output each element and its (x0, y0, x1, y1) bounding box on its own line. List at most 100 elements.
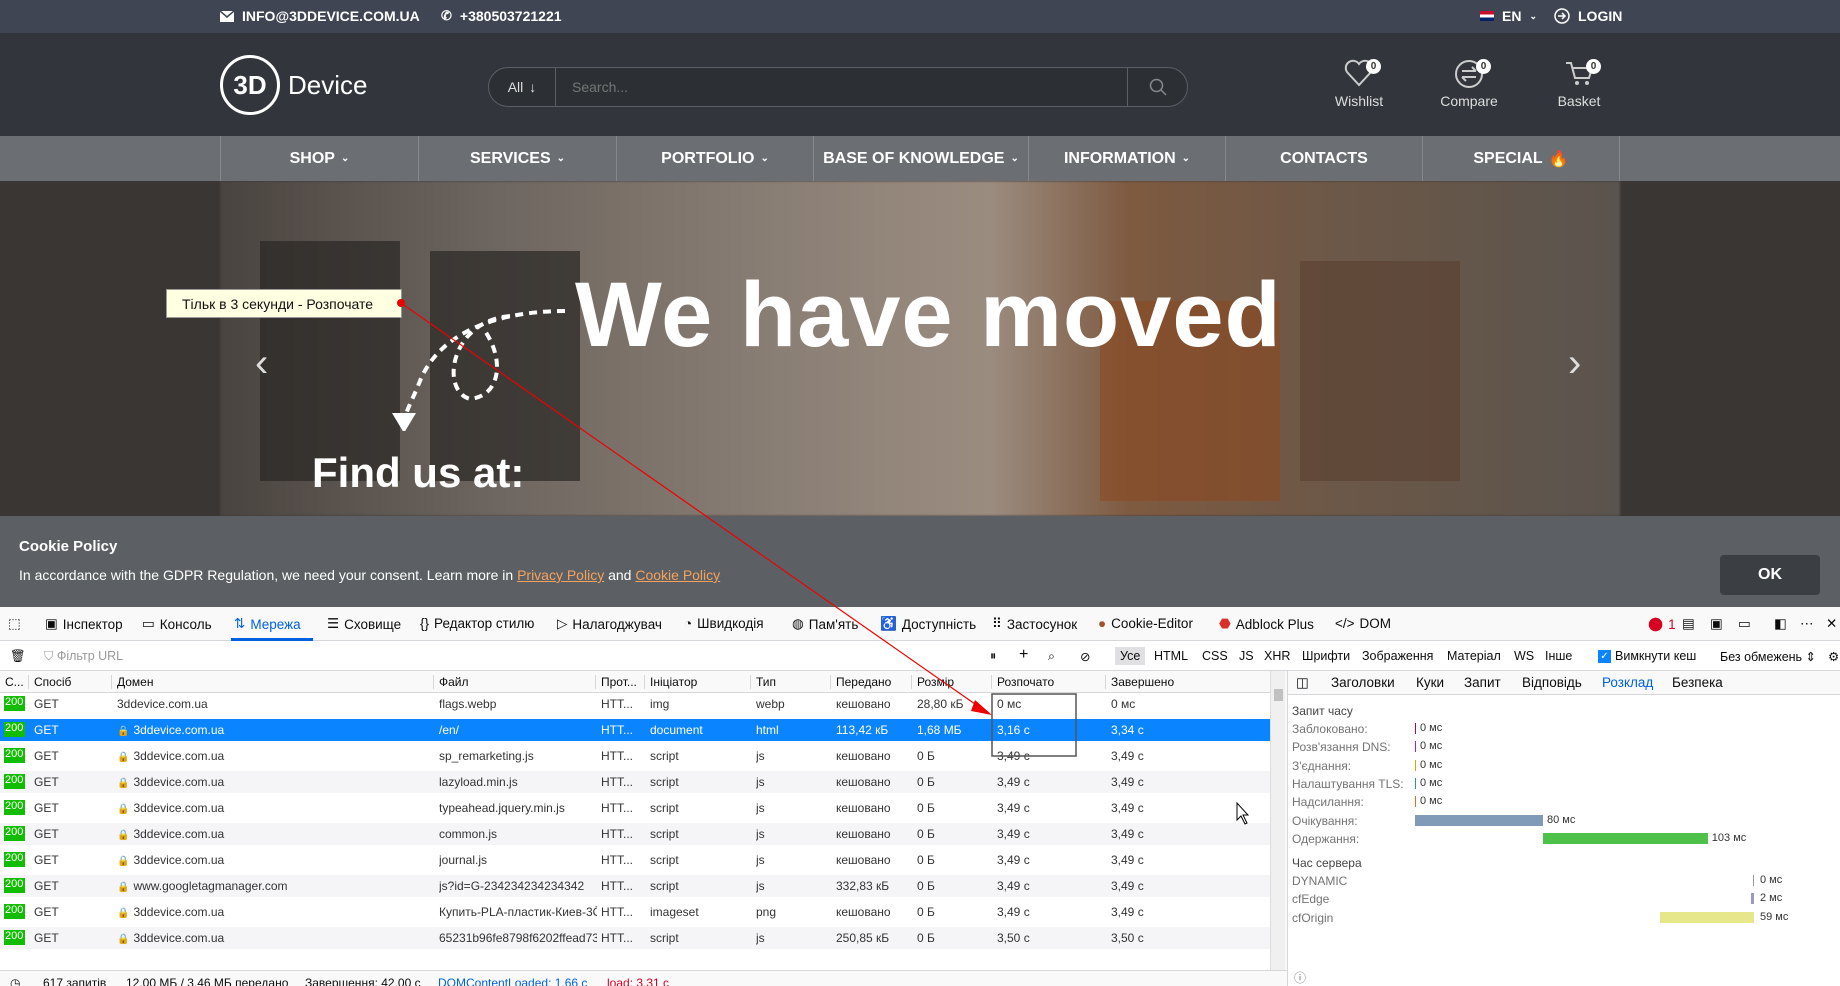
wishlist-button[interactable]: 0 Wishlist (1314, 59, 1404, 109)
nav-shop[interactable]: SHOP ⌄ (221, 136, 419, 181)
col-transferred[interactable]: Передано (830, 675, 891, 689)
updown-icon: ⇕ (1805, 650, 1817, 664)
cell-type: js (756, 931, 765, 945)
col-status[interactable]: С... (0, 675, 24, 689)
nav-special[interactable]: SPECIAL 🔥 (1423, 136, 1620, 181)
slider-prev-icon[interactable]: ‹ (255, 341, 268, 386)
cell-method: GET (34, 827, 59, 841)
col-protocol[interactable]: Прот... (595, 675, 637, 689)
tab-cookies[interactable]: Куки (1416, 675, 1444, 690)
tab-adblock-plus[interactable]: ⬣ Adblock Plus (1219, 616, 1314, 632)
language-selector[interactable]: EN ⌄ (1480, 8, 1537, 24)
tab-request[interactable]: Запит (1464, 675, 1501, 690)
table-row[interactable]: 200 GET 🔒 3ddevice.com.ua Купить-PLA-пластик… (0, 901, 1270, 923)
trash-icon[interactable]: 🗑 (10, 649, 26, 664)
tab-security[interactable]: Безпека (1672, 675, 1723, 690)
dock-icon[interactable]: ◧ (1774, 616, 1787, 632)
disable-cache-toggle[interactable]: ✓ Вимкнути кеш (1598, 649, 1696, 663)
nav-portfolio[interactable]: PORTFOLIO ⌄ (617, 136, 814, 181)
search-button[interactable] (1127, 68, 1187, 106)
cookie-policy-link[interactable]: Cookie Policy (635, 567, 720, 583)
throttling-select[interactable]: Без обмежень ⇕ (1720, 649, 1816, 664)
col-file[interactable]: Файл (433, 675, 469, 689)
email-link[interactable]: INFO@3DDEVICE.COM.UA (220, 8, 420, 24)
col-initiator[interactable]: Ініціатор (644, 675, 697, 689)
split-console-icon[interactable]: ▤ (1682, 616, 1695, 632)
col-finished[interactable]: Завершено (1105, 675, 1174, 689)
tab-dom[interactable]: </> DOM (1335, 616, 1391, 631)
type-filter-ws[interactable]: WS (1514, 649, 1534, 663)
tab-storage[interactable]: ☰ Сховище (327, 616, 401, 632)
table-row[interactable]: 200 GET 3ddevice.com.ua flags.webp HTT... img… (0, 693, 1270, 715)
error-counter[interactable]: ⬤ 1 (1648, 616, 1676, 632)
tab-accessibility[interactable]: ♿ Доступність (880, 616, 976, 632)
table-row[interactable]: 200 GET 🔒 3ddevice.com.ua journal.js HTT... sc… (0, 849, 1270, 871)
tab-cookie-editor[interactable]: ● Cookie-Editor (1098, 616, 1193, 631)
col-domain[interactable]: Домен (111, 675, 154, 689)
compare-button[interactable]: 0 Compare (1424, 59, 1514, 109)
table-row[interactable]: 200 GET 🔒 www.googletagmanager.com js?id=G-2… (0, 875, 1270, 897)
details-panel-toggle-icon[interactable]: ◫ (1296, 675, 1309, 691)
help-icon[interactable]: ⓘ (1294, 969, 1306, 986)
search-icon[interactable]: ⌕ (1048, 649, 1055, 664)
type-filter-css[interactable]: CSS (1202, 649, 1228, 663)
tab-application[interactable]: ⠿ Застосунок (992, 616, 1077, 632)
pause-icon[interactable]: ⏸ (990, 649, 996, 664)
type-filter-js[interactable]: JS (1239, 649, 1254, 663)
phone-link[interactable]: ✆ +380503721221 (441, 8, 562, 24)
col-type[interactable]: Тип (750, 675, 776, 689)
table-row[interactable]: 200 GET 🔒 3ddevice.com.ua sp_remarketing.js H… (0, 745, 1270, 767)
gear-icon[interactable]: ⚙ (1828, 649, 1839, 664)
table-row[interactable]: 200 GET 🔒 3ddevice.com.ua/en/HTT... document… (0, 719, 1270, 741)
basket-button[interactable]: 0 Basket (1534, 59, 1624, 109)
block-icon[interactable]: ⊘ (1080, 649, 1090, 664)
type-filter-html[interactable]: HTML (1154, 649, 1188, 663)
screenshot-icon[interactable]: ▣ (1710, 616, 1723, 632)
nav-contacts[interactable]: CONTACTS (1226, 136, 1423, 181)
tab-inspector[interactable]: ▣ Інспектор (45, 616, 123, 632)
plus-icon[interactable]: + (1019, 646, 1028, 664)
filter-url-placeholder: Фільтр URL (56, 649, 124, 663)
tab-style-editor[interactable]: {} Редактор стилю (420, 616, 534, 631)
timing-label: Одержання: (1292, 831, 1360, 846)
element-picker-icon[interactable]: ⬚ (8, 616, 21, 632)
col-started[interactable]: Розпочато (991, 675, 1054, 689)
tab-network[interactable]: ⇅ Мережа (234, 616, 301, 632)
cookie-ok-button[interactable]: OK (1720, 555, 1820, 595)
filter-url-input[interactable]: ⛉ Фільтр URL (44, 649, 123, 664)
type-filter-other[interactable]: Інше (1545, 649, 1572, 663)
slider-next-icon[interactable]: › (1568, 341, 1581, 386)
close-icon[interactable]: ✕ (1826, 616, 1837, 632)
tab-debugger[interactable]: ▷ Налагоджувач (557, 616, 662, 632)
table-row[interactable]: 200 GET 🔒 3ddevice.com.ua lazyload.min.js HTT… (0, 771, 1270, 793)
table-row[interactable]: 200 GET 🔒 3ddevice.com.ua 65231b96fe8798f620… (0, 927, 1270, 949)
login-link[interactable]: LOGIN (1554, 8, 1622, 24)
type-filter-images[interactable]: Зображення (1362, 649, 1433, 663)
table-row[interactable]: 200 GET 🔒 3ddevice.com.ua common.js HTT... scr… (0, 823, 1270, 845)
table-row[interactable]: 200 GET 🔒 3ddevice.com.ua typeahead.jquery.m… (0, 797, 1270, 819)
logo[interactable]: 3D Device (220, 55, 367, 115)
request-list-scrollbar[interactable] (1270, 671, 1285, 970)
search-input[interactable] (556, 68, 1127, 106)
nav-base-of-knowledge[interactable]: BASE OF KNOWLEDGE ⌄ (814, 136, 1029, 181)
nav-services[interactable]: SERVICES ⌄ (419, 136, 617, 181)
more-options-icon[interactable]: ⋯ (1800, 616, 1814, 632)
type-filter-all[interactable]: Усе (1115, 647, 1146, 665)
search-scope-select[interactable]: All ↓ (489, 68, 556, 106)
col-method[interactable]: Спосіб (28, 675, 71, 689)
tab-timings[interactable]: Розклад (1602, 675, 1653, 690)
timing-bar (1415, 777, 1416, 789)
tab-performance[interactable]: ◔ Швидкодія (684, 616, 764, 631)
tab-headers[interactable]: Заголовки (1331, 675, 1395, 690)
type-filter-fonts[interactable]: Шрифти (1302, 649, 1350, 663)
nav-information[interactable]: INFORMATION ⌄ (1029, 136, 1226, 181)
tab-console[interactable]: ▭ Консоль (142, 616, 212, 632)
ruler-icon[interactable]: ▭ (1738, 616, 1751, 632)
tab-response[interactable]: Відповідь (1522, 675, 1582, 690)
type-filter-xhr[interactable]: XHR (1264, 649, 1290, 663)
tab-memory[interactable]: ◍ Пам'ять (792, 616, 858, 632)
cell-type: html (756, 723, 779, 737)
col-size[interactable]: Розмір (911, 675, 954, 689)
privacy-policy-link[interactable]: Privacy Policy (517, 567, 604, 583)
type-filter-media[interactable]: Матеріал (1447, 649, 1501, 663)
